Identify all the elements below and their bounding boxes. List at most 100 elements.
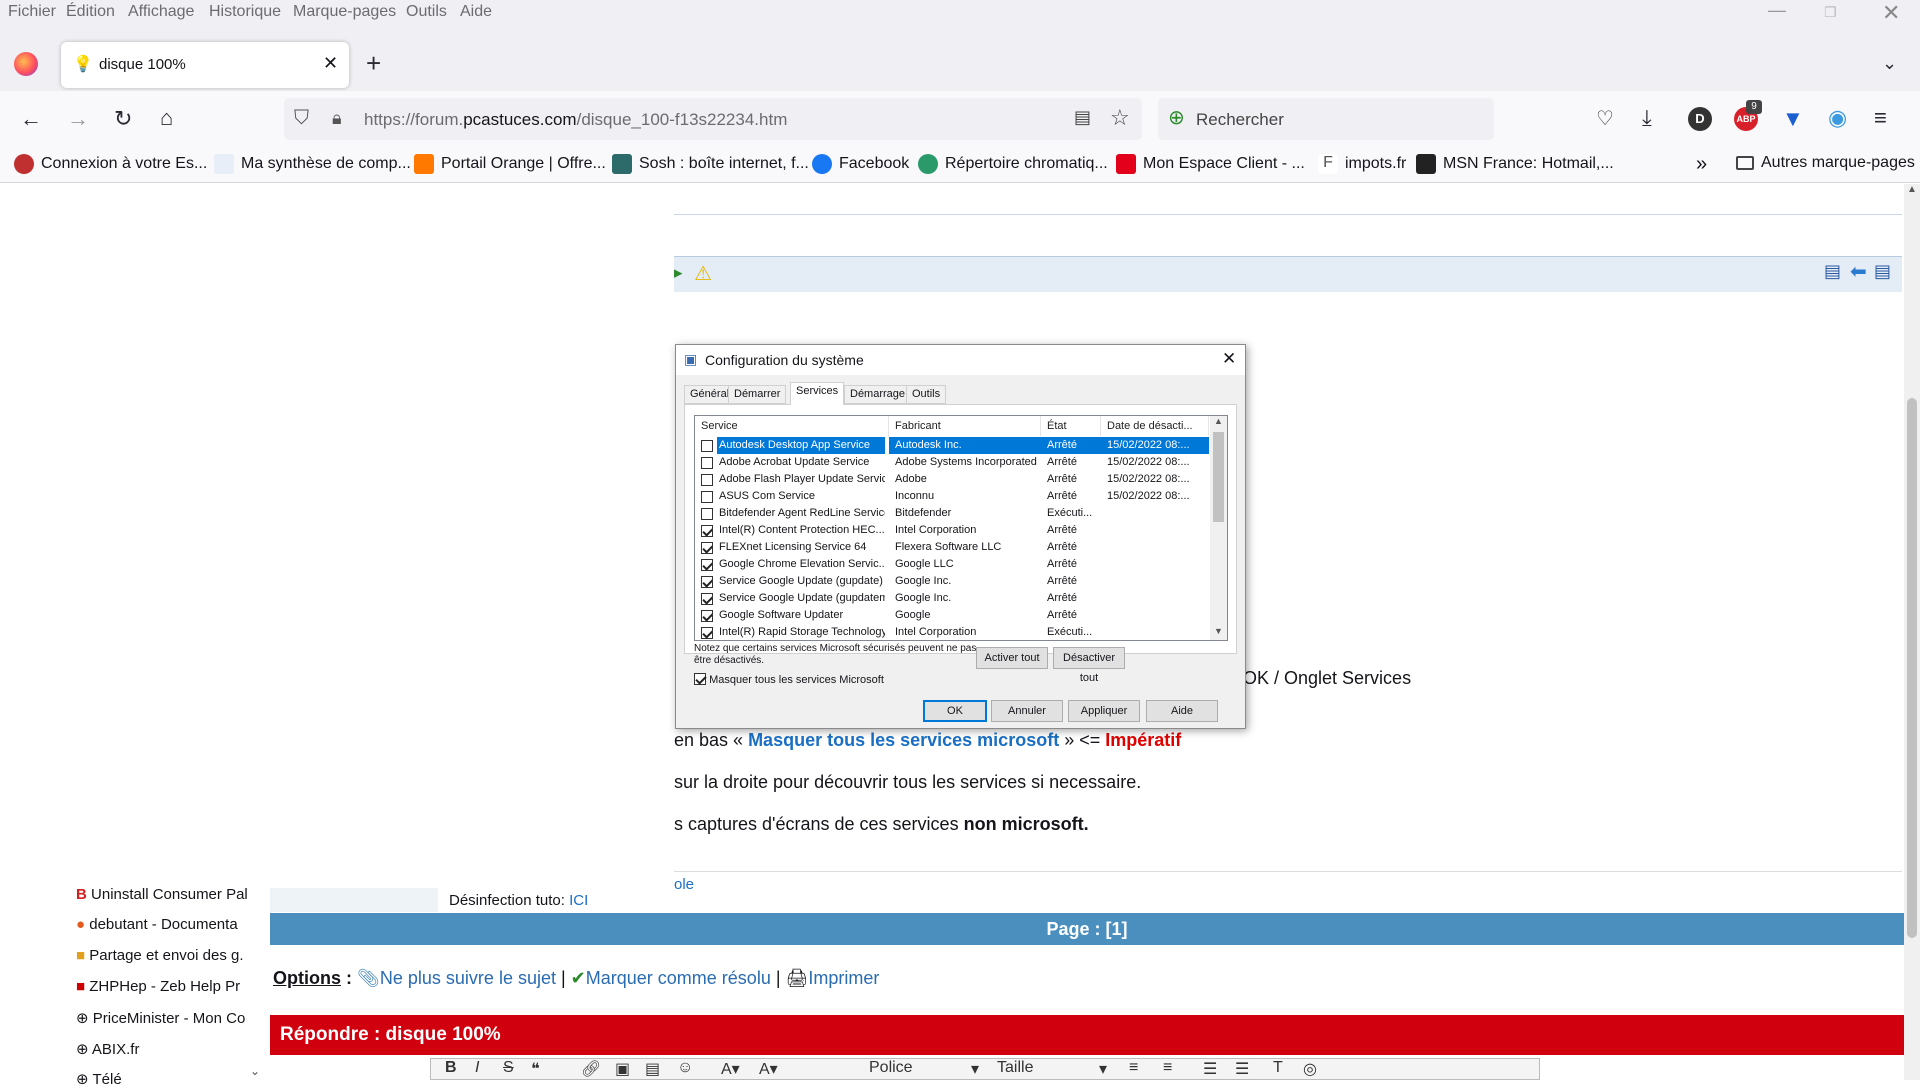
url-bar[interactable]: ⛉ 🔒︎ https://forum.pcastuces.com/disque_… [284,98,1142,140]
align-left-button[interactable]: ≡ [1129,1059,1138,1077]
help-button[interactable]: Aide [1146,700,1218,722]
enable-all-button[interactable]: Activer tout [976,647,1048,669]
extension-v-icon[interactable]: ▼ [1782,108,1804,130]
preview-button[interactable]: ◎ [1303,1059,1317,1079]
shield-icon[interactable]: ⛉ [294,107,309,130]
service-row[interactable]: Google Chrome Elevation Servic... Google … [695,556,1209,573]
tab-demarrer[interactable]: Démarrer [728,385,787,404]
menu-aide[interactable]: Aide [460,3,492,21]
hamburger-menu-icon[interactable]: ≡ [1874,107,1887,129]
bookmark-item[interactable]: Ma synthèse de comp... [214,154,411,174]
bullet-list-button[interactable]: ☰ [1203,1059,1217,1079]
scroll-up-icon[interactable]: ▲ [1214,416,1223,426]
col-header-maker[interactable]: Fabricant [889,416,1041,436]
link-button[interactable]: 🔗︎ [581,1059,601,1079]
col-header-service[interactable]: Service [695,416,889,436]
col-header-state[interactable]: État [1041,416,1101,436]
service-checkbox[interactable] [701,474,713,486]
restore-icon[interactable]: ❐ [1824,4,1837,21]
signature-link[interactable]: ole [674,876,694,893]
service-row[interactable]: Service Google Update (gupdate) Google In… [695,573,1209,590]
bookmark-item[interactable]: Connexion à votre Es... [14,154,207,174]
sidebar-item[interactable]: ● debutant - Documenta [76,916,254,933]
service-checkbox[interactable] [701,457,713,469]
tab-services[interactable]: Services [790,382,845,405]
disable-all-button[interactable]: Désactiver tout [1053,647,1125,684]
bookmark-item[interactable]: Facebook [812,154,909,174]
menu-outils[interactable]: Outils [406,3,447,21]
menu-marque-pages[interactable]: Marque-pages [293,3,396,21]
font-select[interactable]: Police [869,1059,913,1077]
service-checkbox[interactable] [701,525,713,537]
back-icon[interactable]: ← [20,108,42,130]
service-row[interactable]: FLEXnet Licensing Service 64 Flexera Soft… [695,539,1209,556]
cancel-button[interactable]: Annuler [991,700,1063,722]
quote-icon[interactable]: ▤ [1874,261,1891,282]
scroll-down-icon[interactable]: ▼ [1214,626,1223,636]
size-select[interactable]: Taille [997,1059,1033,1077]
menu-edition[interactable]: Édition [66,3,115,21]
bookmark-item[interactable]: Fimpots.fr [1318,154,1406,174]
pocket-icon[interactable]: ♡ [1596,108,1614,130]
col-header-date[interactable]: Date de désacti... [1101,416,1209,436]
services-scrollbar[interactable]: ▲ ▼ [1210,416,1227,640]
services-scrollbar-thumb[interactable] [1213,432,1224,522]
quote-button[interactable]: ❝ [531,1059,540,1079]
smiley-button[interactable]: ☺ [677,1059,693,1077]
close-window-icon[interactable]: ✕ [1882,0,1900,26]
more-bookmarks-chevron-icon[interactable]: » [1696,153,1707,176]
bookmark-item[interactable]: Portail Orange | Offre... [414,154,606,174]
tab-demarrage[interactable]: Démarrage [844,385,912,404]
reload-icon[interactable]: ↻ [114,108,132,130]
tab-close-icon[interactable]: ✕ [323,53,338,74]
minimize-icon[interactable]: — [1768,0,1786,21]
search-bar[interactable]: ⊕ Rechercher [1158,98,1494,140]
service-checkbox[interactable] [701,491,713,503]
scroll-up-icon[interactable]: ▲ [1907,184,1917,195]
sidebar-item[interactable]: ⊕ PriceMinister - Mon Co [76,1009,254,1027]
profile-avatar[interactable]: D [1688,107,1712,131]
list-tabs-chevron-icon[interactable]: ⌄ [1882,52,1897,74]
dialog-close-icon[interactable]: ✕ [1222,349,1236,369]
bg-color-button[interactable]: A▾ [759,1059,778,1079]
reader-view-icon[interactable]: ▤ [1074,107,1091,128]
service-checkbox[interactable] [701,627,713,639]
new-tab-icon[interactable]: + [366,50,381,76]
sidebar-item[interactable]: ■ Partage et envoi des g. [76,947,254,964]
bookmark-item[interactable]: Mon Espace Client - ... [1116,154,1305,174]
quote-arrow-icon[interactable]: ⬅ [1850,259,1867,284]
sidebar-item[interactable]: ⊕ ABIX.fr [76,1040,254,1058]
service-checkbox[interactable] [701,593,713,605]
ok-button[interactable]: OK [923,700,987,722]
service-checkbox[interactable] [701,559,713,571]
numbered-list-button[interactable]: ☰ [1235,1059,1249,1079]
page-scrollbar-thumb[interactable] [1907,398,1917,938]
lock-icon[interactable]: 🔒︎ [332,108,342,129]
home-icon[interactable]: ⌂ [160,107,173,129]
service-row[interactable]: Adobe Acrobat Update Service Adobe System… [695,454,1209,471]
bookmark-item[interactable]: MSN France: Hotmail,... [1416,154,1614,174]
service-row[interactable]: Intel(R) Content Protection HEC... Intel … [695,522,1209,539]
service-checkbox[interactable] [701,508,713,520]
extension-circle-icon[interactable]: ◉ [1828,107,1847,129]
ici-link[interactable]: ICI [569,892,588,909]
warning-icon[interactable]: ⚠ [694,261,712,286]
tab-disque[interactable]: 💡 disque 100% ✕ [61,42,349,88]
media-button[interactable]: ▤ [645,1059,660,1079]
service-row[interactable]: Service Google Update (gupdatem) Google I… [695,590,1209,607]
service-row[interactable]: Adobe Flash Player Update Service Adobe Ar… [695,471,1209,488]
unfollow-link[interactable]: Ne plus suivre le sujet [380,968,556,988]
service-checkbox[interactable] [701,542,713,554]
strike-button[interactable]: S [503,1059,514,1077]
bold-button[interactable]: B [445,1059,457,1077]
other-bookmarks[interactable]: Autres marque-pages [1736,154,1915,172]
image-button[interactable]: ▣ [615,1059,630,1079]
service-checkbox[interactable] [701,576,713,588]
font-color-button[interactable]: A▾ [721,1059,740,1079]
sidebar-scroll-down-icon[interactable]: ⌄ [250,1064,260,1078]
menu-fichier[interactable]: Fichier [8,3,56,21]
clear-format-button[interactable]: T [1273,1059,1283,1077]
bookmark-item[interactable]: Sosh : boîte internet, f... [612,154,809,174]
forward-icon[interactable]: → [67,108,89,130]
service-row[interactable]: Autodesk Desktop App Service Autodesk Inc… [695,437,1209,454]
